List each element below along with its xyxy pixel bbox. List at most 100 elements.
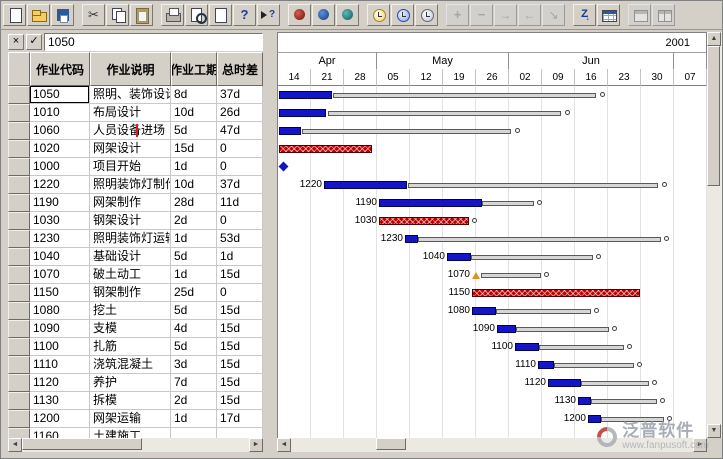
cell-desc[interactable]: 钢架制作: [90, 284, 171, 302]
scroll-track[interactable]: [22, 438, 249, 452]
row-selector[interactable]: [8, 374, 30, 392]
gantt-row[interactable]: [278, 122, 707, 140]
cell-tf[interactable]: 47d: [217, 122, 263, 140]
late-float-bar[interactable]: [496, 309, 591, 314]
scroll-thumb[interactable]: [22, 438, 142, 450]
cell-tf[interactable]: 17d: [217, 410, 263, 428]
split-view-1-button[interactable]: [628, 4, 651, 26]
cell-code[interactable]: 1200: [30, 410, 90, 428]
cell-dur[interactable]: 7d: [171, 374, 217, 392]
cell-code[interactable]: 1000: [30, 158, 90, 176]
gantt-row[interactable]: 1130: [278, 392, 707, 410]
cell-code[interactable]: 1050: [30, 86, 90, 104]
early-bar[interactable]: [515, 343, 539, 351]
cell-desc[interactable]: 拆模: [90, 392, 171, 410]
gantt-row[interactable]: 1090: [278, 320, 707, 338]
row-selector[interactable]: [8, 284, 30, 302]
link-activities-button[interactable]: ↘: [542, 4, 565, 26]
early-bar[interactable]: [279, 109, 326, 117]
cell-tf[interactable]: 11d: [217, 194, 263, 212]
cell-desc[interactable]: 土建施工: [90, 428, 171, 438]
cell-tf[interactable]: 37d: [217, 176, 263, 194]
cell-tf[interactable]: 15d: [217, 356, 263, 374]
scroll-thumb[interactable]: [707, 46, 720, 186]
gantt-row[interactable]: 1070: [278, 266, 707, 284]
gantt-row[interactable]: 1150: [278, 284, 707, 302]
row-selector[interactable]: [8, 320, 30, 338]
early-bar[interactable]: [578, 397, 591, 405]
gantt-row[interactable]: 1030: [278, 212, 707, 230]
cell-tf[interactable]: 0: [217, 140, 263, 158]
cell-dur[interactable]: 2d: [171, 212, 217, 230]
delete-activity-button[interactable]: −: [470, 4, 493, 26]
cell-dur[interactable]: 1d: [171, 230, 217, 248]
cell-dur[interactable]: 5d: [171, 302, 217, 320]
accept-edit-button[interactable]: ✓: [26, 34, 42, 50]
cell-code[interactable]: 1080: [30, 302, 90, 320]
early-bar[interactable]: [447, 253, 471, 261]
new-file-button[interactable]: [3, 4, 26, 26]
print-button[interactable]: [161, 4, 184, 26]
row-selector[interactable]: [8, 230, 30, 248]
late-float-bar[interactable]: [302, 129, 511, 134]
row-selector[interactable]: [8, 356, 30, 374]
cell-desc[interactable]: 人员设备进场: [90, 122, 171, 140]
gantt-row[interactable]: 1120: [278, 374, 707, 392]
gantt-row[interactable]: [278, 104, 707, 122]
late-float-bar[interactable]: [554, 363, 634, 368]
cell-code[interactable]: 1070: [30, 266, 90, 284]
cell-code[interactable]: 1030: [30, 212, 90, 230]
cell-tf[interactable]: 15d: [217, 302, 263, 320]
late-float-bar[interactable]: [516, 327, 609, 332]
cell-dur[interactable]: 10d: [171, 176, 217, 194]
cell-tf[interactable]: 53d: [217, 230, 263, 248]
start-milestone[interactable]: [279, 162, 289, 172]
table-horizontal-scrollbar[interactable]: ◄ ►: [8, 438, 263, 452]
cell-dur[interactable]: 1d: [171, 266, 217, 284]
cell-dur[interactable]: 4d: [171, 320, 217, 338]
gantt-vertical-scrollbar[interactable]: ▲ ▼: [707, 32, 722, 438]
row-selector[interactable]: [8, 302, 30, 320]
cell-tf[interactable]: 0: [217, 212, 263, 230]
row-selector[interactable]: [8, 410, 30, 428]
late-float-bar[interactable]: [591, 399, 657, 404]
cell-tf[interactable]: 15d: [217, 374, 263, 392]
row-selector[interactable]: [8, 248, 30, 266]
cell-code[interactable]: 1150: [30, 284, 90, 302]
sort-button[interactable]: Z: [573, 4, 596, 26]
gantt-row[interactable]: 1190: [278, 194, 707, 212]
column-header-tf[interactable]: 总时差: [217, 52, 263, 86]
timescale-month-button[interactable]: [415, 4, 438, 26]
cell-tf[interactable]: [217, 428, 263, 438]
gantt-row[interactable]: 1220: [278, 176, 707, 194]
cell-desc[interactable]: 养护: [90, 374, 171, 392]
row-selector[interactable]: [8, 176, 30, 194]
cell-tf[interactable]: 15d: [217, 392, 263, 410]
cell-tf[interactable]: 1d: [217, 248, 263, 266]
cell-code[interactable]: 1020: [30, 140, 90, 158]
open-file-button[interactable]: [27, 4, 50, 26]
cell-tf[interactable]: 26d: [217, 104, 263, 122]
critical-bar[interactable]: [472, 289, 640, 297]
print-preview-button[interactable]: [185, 4, 208, 26]
schedule-button[interactable]: [288, 4, 311, 26]
cell-dur[interactable]: 28d: [171, 194, 217, 212]
cell-tf[interactable]: 0: [217, 158, 263, 176]
row-selector[interactable]: [8, 338, 30, 356]
column-header-code[interactable]: 作业代码: [30, 52, 90, 86]
late-float-bar[interactable]: [408, 183, 658, 188]
row-selector[interactable]: [8, 392, 30, 410]
late-float-bar[interactable]: [539, 345, 624, 350]
cell-dur[interactable]: 1d: [171, 410, 217, 428]
late-float-bar[interactable]: [481, 273, 541, 278]
cell-tf[interactable]: 37d: [217, 86, 263, 104]
cell-desc[interactable]: 照明装饰灯运输: [90, 230, 171, 248]
cell-dur[interactable]: 1d: [171, 158, 217, 176]
scroll-down-icon[interactable]: ▼: [707, 424, 721, 438]
copy-button[interactable]: [106, 4, 129, 26]
cell-desc[interactable]: 扎筋: [90, 338, 171, 356]
cell-desc[interactable]: 挖土: [90, 302, 171, 320]
cell-desc[interactable]: 基础设计: [90, 248, 171, 266]
shift-right-button[interactable]: →: [494, 4, 517, 26]
cell-tf[interactable]: 15d: [217, 320, 263, 338]
